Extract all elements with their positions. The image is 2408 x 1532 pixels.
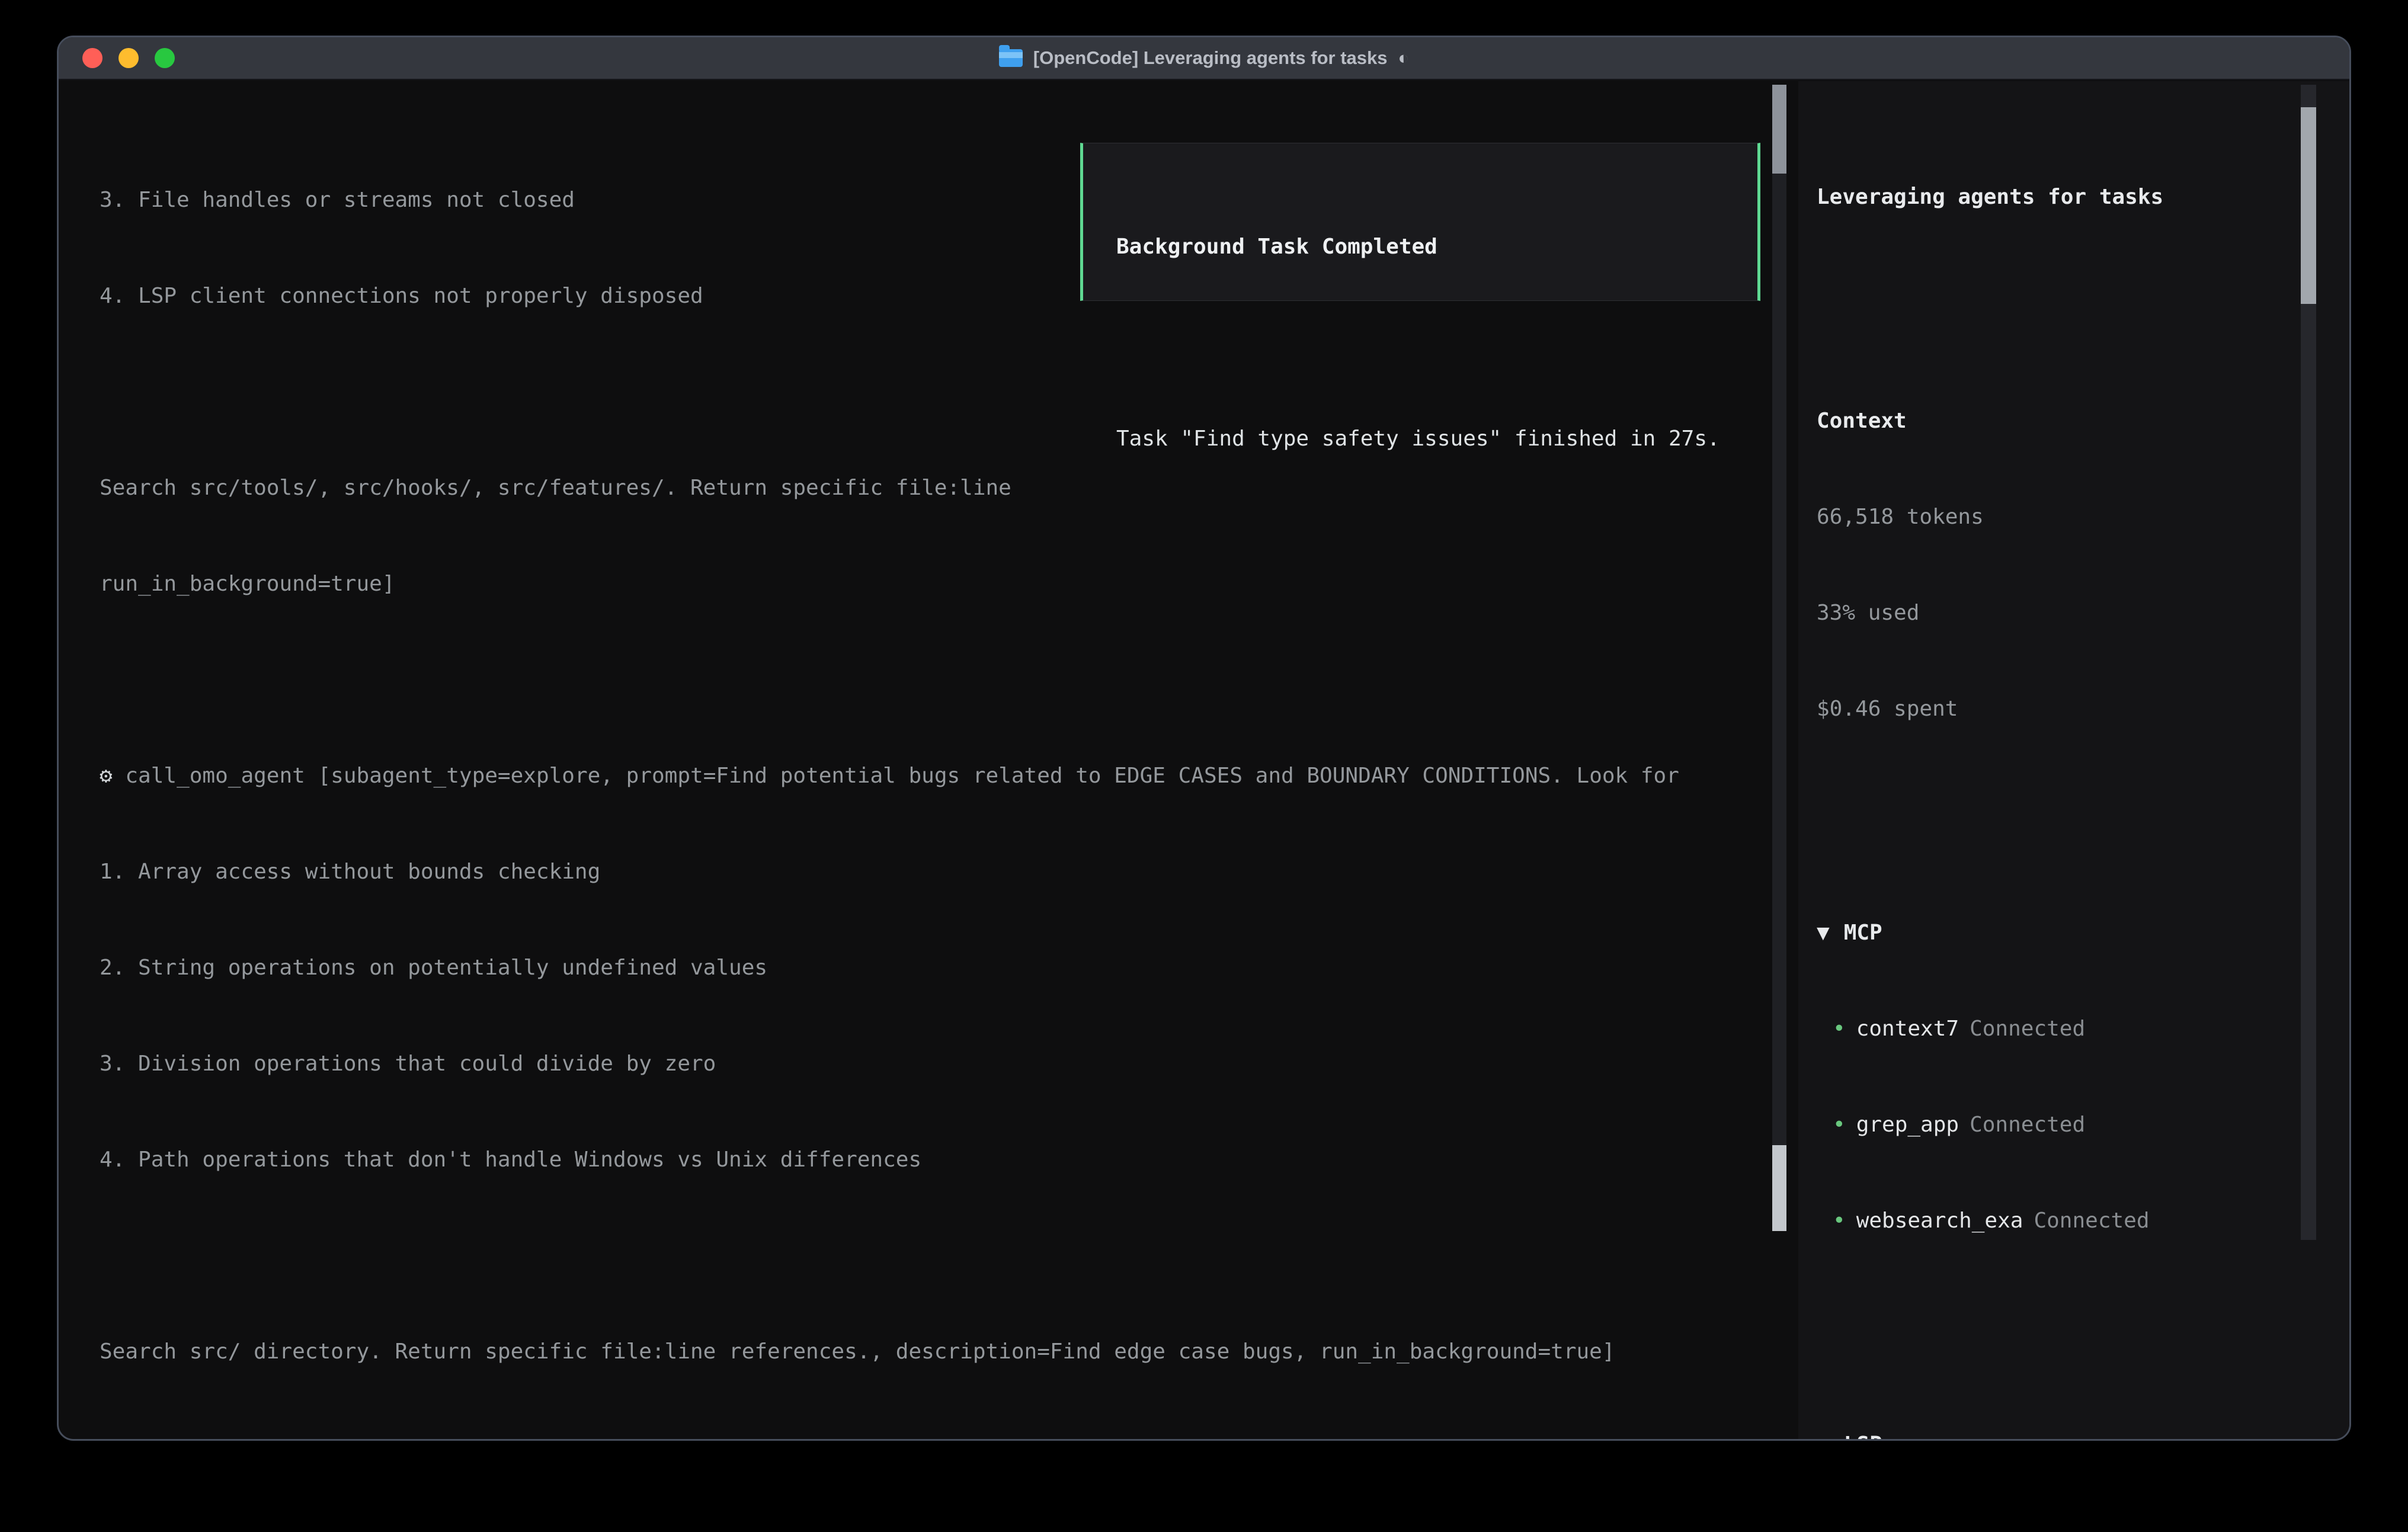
mcp-item: •context7Connected [1817, 1013, 2304, 1045]
session-indicator-icon: ◐ [1398, 47, 1410, 69]
scrollback-line: run_in_background=true] [100, 568, 1765, 600]
window-title-text: [OpenCode] Leveraging agents for tasks [1033, 47, 1388, 69]
tool-call-item: 2. String operations on potentially unde… [100, 952, 1765, 984]
tool-call-item: 3. Division operations that could divide… [100, 1048, 1765, 1080]
chevron-down-icon: ▼ [1817, 1432, 1830, 1441]
tool-call-text: call_omo_agent [subagent_type=explore, p… [125, 764, 1679, 788]
window-title: [OpenCode] Leveraging agents for tasks ◐ [999, 47, 1409, 69]
lsp-section-header[interactable]: ▼LSP [1817, 1429, 2304, 1441]
mcp-item: •grep_appConnected [1817, 1109, 2304, 1141]
traffic-lights [82, 37, 175, 79]
tool-call-item: 4. Path operations that don't handle Win… [100, 1144, 1765, 1176]
bullet-icon: • [1833, 1113, 1846, 1137]
session-title: Leveraging agents for tasks [1817, 181, 2304, 213]
chevron-down-icon: ▼ [1817, 921, 1830, 945]
close-button[interactable] [82, 48, 103, 68]
toast-body: Task "Find type safety issues" finished … [1116, 423, 1757, 455]
folder-icon [999, 49, 1023, 67]
titlebar: [OpenCode] Leveraging agents for tasks ◐ [59, 37, 2349, 80]
scrollback-line: Search src/ directory. Return specific f… [100, 1336, 1765, 1368]
zoom-button[interactable] [155, 48, 175, 68]
tool-call-item: 1. Array access without bounds checking [100, 856, 1765, 888]
app-window: [OpenCode] Leveraging agents for tasks ◐… [57, 36, 2351, 1441]
mcp-item: •websearch_exaConnected [1817, 1205, 2304, 1237]
main-scrollbar-track[interactable] [1772, 85, 1786, 1213]
mcp-section-header[interactable]: ▼MCP [1817, 917, 2304, 949]
context-tokens: 66,518 tokens [1817, 501, 2304, 533]
sidebar: Leveraging agents for tasks Context 66,5… [1817, 117, 2304, 1441]
bullet-icon: • [1833, 1209, 1846, 1233]
gear-icon: ⚙ [100, 764, 113, 788]
toast-title: Background Task Completed [1116, 231, 1757, 263]
background-task-toast: Background Task Completed Task "Find typ… [1080, 143, 1760, 301]
context-spent: $0.46 spent [1817, 693, 2304, 725]
context-heading: Context [1817, 405, 2304, 437]
minimize-button[interactable] [119, 48, 139, 68]
main-scrollbar-thumb[interactable] [1772, 1145, 1786, 1231]
main-scrollbar-thumb-top[interactable] [1772, 85, 1786, 174]
context-used: 33% used [1817, 597, 2304, 629]
tool-call-line: ⚙ call_omo_agent [subagent_type=explore,… [100, 760, 1765, 792]
bullet-icon: • [1833, 1017, 1846, 1041]
